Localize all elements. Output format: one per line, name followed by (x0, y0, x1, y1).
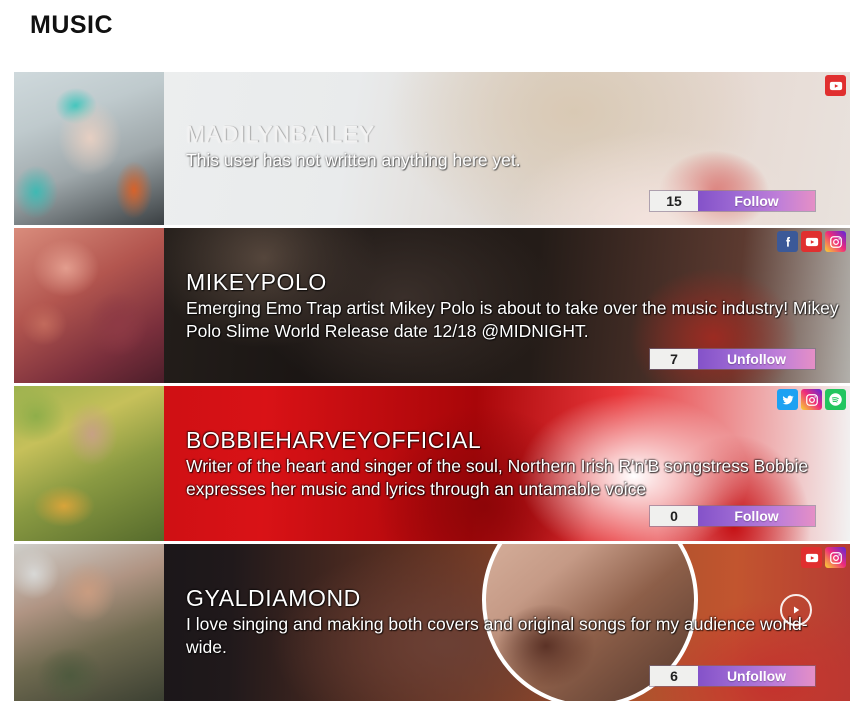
profile-thumbnail[interactable] (14, 544, 164, 701)
instagram-icon[interactable] (801, 389, 822, 410)
social-links (777, 231, 846, 252)
follower-count: 7 (650, 349, 698, 369)
youtube-icon[interactable] (801, 547, 822, 568)
social-links (825, 75, 846, 96)
social-links (777, 389, 846, 410)
youtube-icon[interactable] (825, 75, 846, 96)
profile-thumbnail[interactable] (14, 228, 164, 383)
profile-username[interactable]: GYALDIAMOND (186, 584, 846, 613)
profile-thumbnail[interactable] (14, 386, 164, 541)
follow-button[interactable]: Follow (698, 191, 815, 211)
instagram-icon[interactable] (825, 547, 846, 568)
profile-text-block: GYALDIAMOND I love singing and making bo… (186, 584, 846, 659)
follower-count: 0 (650, 506, 698, 526)
profile-bio: Writer of the heart and singer of the so… (186, 455, 809, 500)
follow-widget: 0 Follow (649, 505, 816, 527)
unfollow-button[interactable]: Unfollow (698, 666, 815, 686)
profile-text-block: MIKEYPOLO Emerging Emo Trap artist Mikey… (186, 268, 846, 343)
profile-card[interactable]: GYALDIAMOND I love singing and making bo… (14, 544, 850, 701)
profile-username[interactable]: BOBBIEHARVEYOFFICIAL (186, 426, 846, 455)
spotify-icon[interactable] (825, 389, 846, 410)
profile-card[interactable]: MADILYNBAILEY This user has not written … (14, 72, 850, 225)
follow-button[interactable]: Follow (698, 506, 815, 526)
follow-widget: 6 Unfollow (649, 665, 816, 687)
instagram-icon[interactable] (825, 231, 846, 252)
play-button-icon[interactable] (780, 594, 812, 626)
profile-text-block: MADILYNBAILEY This user has not written … (186, 120, 846, 172)
social-links (801, 547, 846, 568)
profile-card[interactable]: BOBBIEHARVEYOFFICIAL Writer of the heart… (14, 386, 850, 541)
follow-widget: 7 Unfollow (649, 348, 816, 370)
music-profile-list: MADILYNBAILEY This user has not written … (14, 72, 850, 704)
profile-text-block: BOBBIEHARVEYOFFICIAL Writer of the heart… (186, 426, 846, 501)
profile-bio: Emerging Emo Trap artist Mikey Polo is a… (186, 297, 839, 342)
twitter-icon[interactable] (777, 389, 798, 410)
facebook-icon[interactable] (777, 231, 798, 252)
youtube-icon[interactable] (801, 231, 822, 252)
page-title: MUSIC (30, 11, 114, 39)
follower-count: 15 (650, 191, 698, 211)
profile-card[interactable]: MIKEYPOLO Emerging Emo Trap artist Mikey… (14, 228, 850, 383)
profile-username[interactable]: MADILYNBAILEY (186, 120, 846, 149)
profile-bio: This user has not written anything here … (186, 149, 521, 170)
profile-bio: I love singing and making both covers an… (186, 613, 808, 658)
profile-username[interactable]: MIKEYPOLO (186, 268, 846, 297)
profile-thumbnail[interactable] (14, 72, 164, 225)
unfollow-button[interactable]: Unfollow (698, 349, 815, 369)
follow-widget: 15 Follow (649, 190, 816, 212)
follower-count: 6 (650, 666, 698, 686)
